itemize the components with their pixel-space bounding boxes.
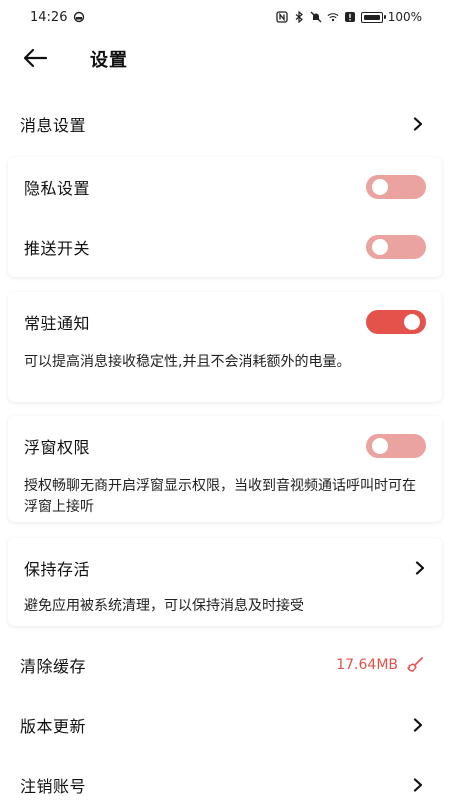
broom-icon[interactable] [406, 656, 424, 674]
bluetooth-icon [295, 11, 303, 23]
float-window-label: 浮窗权限 [24, 438, 91, 457]
push-switch-row: 推送开关 [8, 217, 442, 277]
keep-alive-label: 保持存活 [24, 560, 91, 579]
cancel-account-row[interactable]: 注销账号 [0, 757, 450, 800]
cache-size-text: 17.64MB [336, 657, 398, 673]
privacy-settings-label: 隐私设置 [24, 179, 91, 198]
toggle-knob [372, 438, 388, 454]
push-toggle[interactable] [366, 235, 426, 259]
cancel-account-label: 注销账号 [20, 777, 87, 796]
clear-cache-row[interactable]: 清除缓存 17.64MB [0, 637, 450, 693]
chevron-right-icon [415, 561, 425, 575]
keep-alive-card[interactable]: 保持存活 避免应用被系统清理，可以保持消息及时接受 [8, 538, 442, 626]
battery-percent: 100% [387, 10, 422, 24]
message-settings-label: 消息设置 [20, 116, 87, 135]
nfc-icon [276, 11, 288, 23]
battery-icon [360, 11, 386, 23]
version-update-label: 版本更新 [20, 717, 87, 736]
toggle-knob [372, 239, 388, 255]
chevron-right-icon [413, 778, 423, 792]
status-left: 14:26 [30, 10, 85, 25]
clear-cache-label: 清除缓存 [20, 657, 87, 676]
alert-icon [344, 12, 355, 22]
status-right: 100% [276, 10, 422, 24]
resident-notification-toggle[interactable] [366, 310, 426, 334]
float-window-desc: 授权畅聊无商开启浮窗显示权限，当收到音视频通话呼叫时可在浮窗上接听 [24, 478, 416, 515]
float-window-row: 浮窗权限 [8, 416, 442, 476]
header: 设置 [0, 34, 450, 82]
privacy-toggle[interactable] [366, 175, 426, 199]
mute-bell-icon [310, 11, 322, 23]
status-time: 14:26 [30, 9, 68, 25]
app-notification-icon [74, 11, 85, 23]
privacy-card: 隐私设置 推送开关 [8, 157, 442, 277]
push-switch-label: 推送开关 [24, 239, 91, 258]
toggle-knob [372, 179, 388, 195]
toggle-knob [404, 314, 420, 330]
resident-notification-card: 常驻通知 可以提高消息接收稳定性,并且不会消耗额外的电量。 [8, 292, 442, 402]
float-window-card: 浮窗权限 授权畅聊无商开启浮窗显示权限，当收到音视频通话呼叫时可在浮窗上接听 [8, 416, 442, 522]
back-arrow-icon[interactable] [22, 47, 48, 69]
privacy-settings-row: 隐私设置 [8, 157, 442, 217]
version-update-row[interactable]: 版本更新 [0, 697, 450, 753]
chevron-right-icon [413, 718, 423, 732]
status-bar: 14:26 100% [0, 0, 450, 34]
keep-alive-row[interactable]: 保持存活 [8, 538, 442, 598]
float-window-toggle[interactable] [366, 434, 426, 458]
resident-notification-desc: 可以提高消息接收稳定性,并且不会消耗额外的电量。 [24, 354, 351, 370]
keep-alive-desc: 避免应用被系统清理，可以保持消息及时接受 [24, 598, 304, 614]
page-title: 设置 [90, 50, 128, 71]
resident-notification-row: 常驻通知 [8, 292, 442, 352]
chevron-right-icon [413, 117, 423, 131]
cache-size-value: 17.64MB [336, 656, 424, 674]
resident-notification-label: 常驻通知 [24, 314, 91, 333]
wifi-icon [327, 13, 339, 22]
message-settings-row[interactable]: 消息设置 [0, 96, 450, 152]
